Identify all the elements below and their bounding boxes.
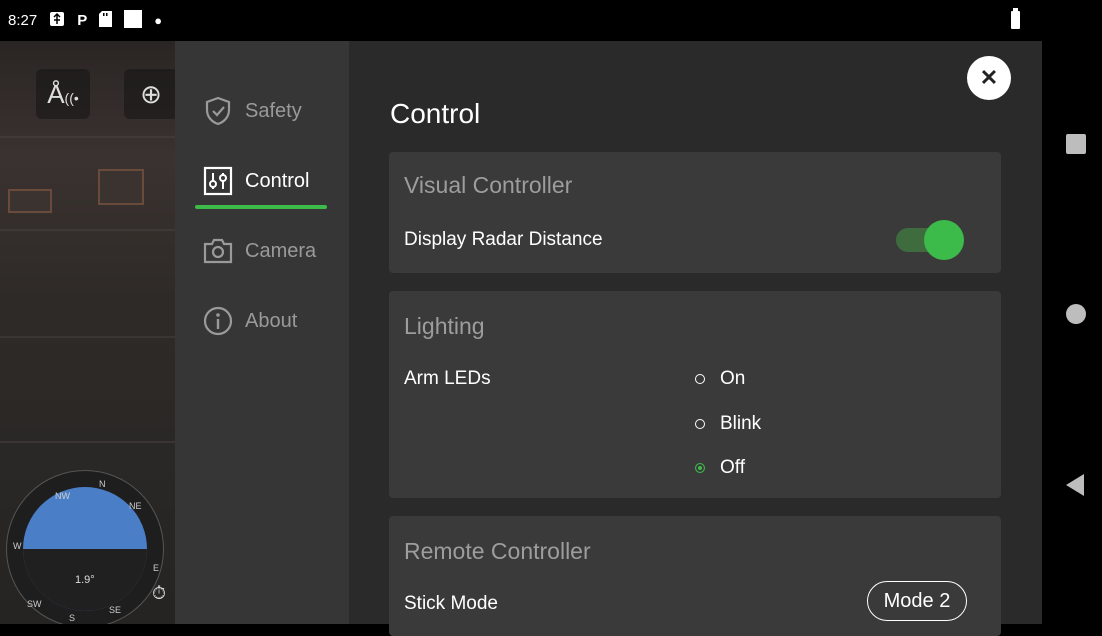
arm-leds-option-off[interactable]: Off [695,454,745,482]
gimbal-icon: ⊕ [140,78,162,109]
radio-label: Blink [720,413,762,434]
sidebar-item-safety[interactable]: Safety [201,91,302,131]
arm-leds-option-on[interactable]: On [695,365,745,393]
info-icon [201,304,235,338]
camera-icon [201,234,235,268]
recent-apps-button[interactable] [1066,134,1086,154]
shield-check-icon [201,94,235,128]
card-title: Visual Controller [404,172,573,198]
lighting-card: Lighting Arm LEDs On Blink Off [389,291,1001,498]
sd-card-icon [99,10,113,31]
radar-distance-label: Display Radar Distance [404,229,603,250]
toggle-thumb [924,220,964,260]
arm-leds-option-blink[interactable]: Blink [695,410,761,438]
compass-se: SE [109,605,122,615]
radio-button [695,419,705,429]
page-title: Control [390,98,481,129]
status-time: 8:27 [8,12,38,29]
usb-icon [49,11,65,31]
back-button[interactable] [1066,474,1084,496]
radar-distance-toggle[interactable] [896,220,968,260]
sidebar-item-camera[interactable]: Camera [201,231,316,271]
attitude-indicator: NW N NE W E SW S SE 1.9° [6,470,164,624]
radio-label: Off [720,457,745,478]
square-icon [124,9,143,32]
radio-button-selected [695,463,705,473]
wall-picture [8,189,52,213]
radio-label: On [720,368,746,389]
sidebar-item-label: Safety [245,99,302,122]
timer-icon[interactable]: ⏱ [152,583,174,607]
system-navigation-bar [1042,0,1102,624]
settings-sidebar: Safety Control Camera About [175,41,349,624]
card-title: Remote Controller [404,538,591,564]
parking-icon: P [77,12,88,29]
home-button[interactable] [1066,304,1086,324]
sidebar-item-about[interactable]: About [201,301,297,341]
compass-sw: SW [27,599,42,609]
stick-mode-button[interactable]: Mode 2 [867,581,967,621]
settings-content: Control ✕ Visual Controller Display Rada… [349,41,1042,636]
sidebar-item-label: About [245,309,298,332]
compass-e: E [153,563,160,573]
stick-mode-label: Stick Mode [404,593,498,614]
radar-icon: Å((• [47,78,79,109]
wall-picture [98,169,144,205]
radio-button [695,374,705,384]
close-button[interactable]: ✕ [967,56,1011,100]
status-bar: 8:27 P ● [0,0,1042,41]
radar-toggle-button[interactable]: Å((• [36,69,90,119]
compass-w: W [13,541,22,551]
dot-icon: ● [154,13,163,28]
camera-view: Å((• ⊕ NW N NE W E SW S SE 1.9° ⏱ [0,41,175,624]
visual-controller-card: Visual Controller Display Radar Distance [389,152,1001,273]
sliders-icon [201,164,235,198]
compass-s: S [69,613,76,623]
arm-leds-label: Arm LEDs [404,368,491,389]
sidebar-item-label: Camera [245,239,317,262]
battery-icon [1011,8,1020,29]
card-title: Lighting [404,313,485,339]
compass-n: N [99,479,106,489]
gimbal-button[interactable]: ⊕ [124,69,175,119]
active-tab-indicator [195,205,327,209]
sidebar-item-label: Control [245,169,310,192]
close-icon: ✕ [979,65,999,90]
compass-nw: NW [55,491,70,501]
sidebar-item-control[interactable]: Control [201,161,309,201]
compass-ne: NE [129,501,142,511]
attitude-value: 1.9° [75,574,95,586]
remote-controller-card: Remote Controller Stick Mode Mode 2 [389,516,1001,636]
